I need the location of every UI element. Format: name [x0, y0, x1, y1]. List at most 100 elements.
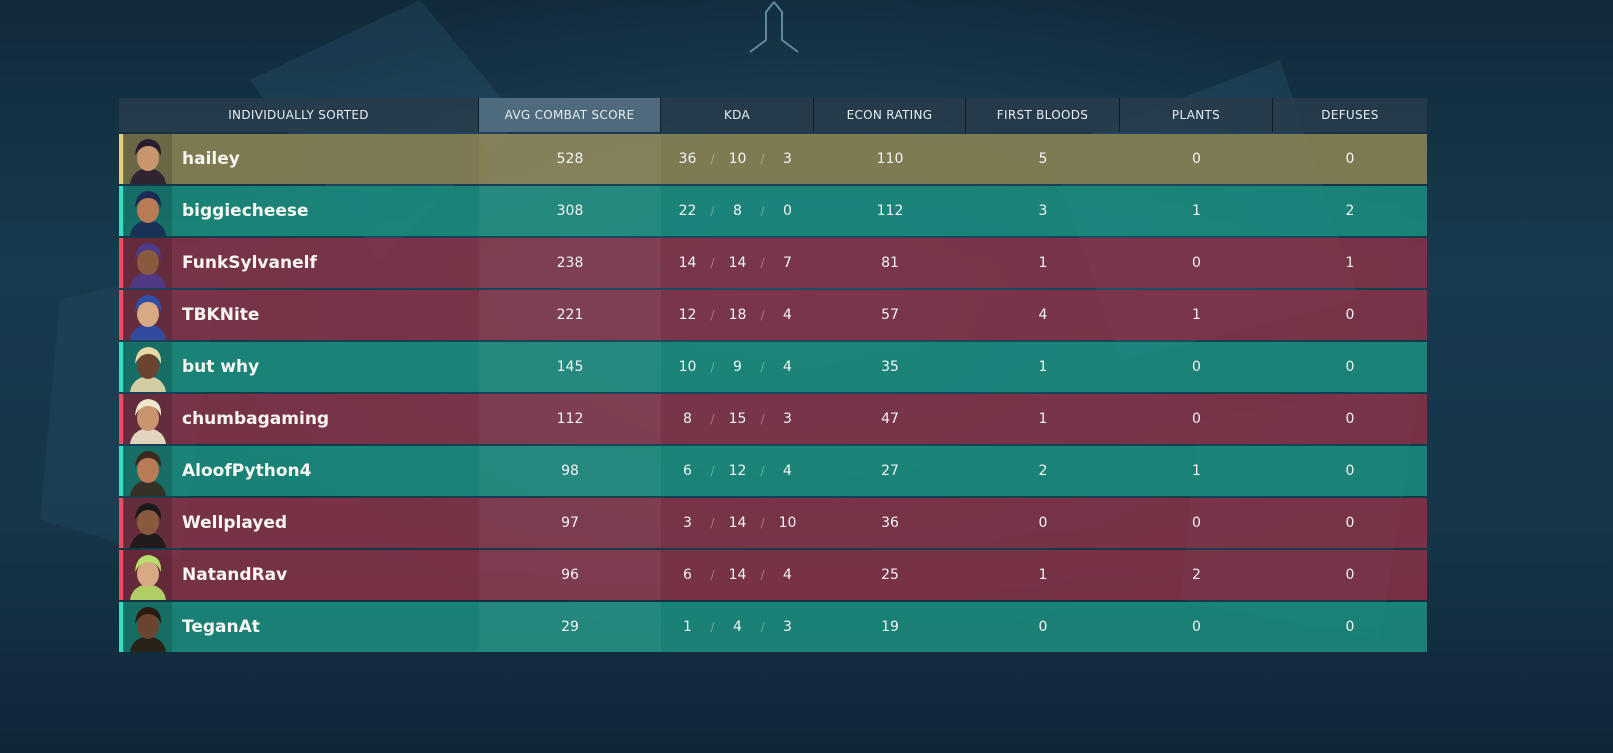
acs-value: 238 — [479, 238, 661, 288]
first-bloods-value: 3 — [1038, 203, 1048, 219]
kda-separator: / — [710, 152, 715, 166]
kills-value: 6 — [683, 463, 692, 479]
plants-value: 0 — [1192, 151, 1201, 167]
agent-portrait-icon — [124, 186, 172, 236]
acs-value: 528 — [479, 134, 661, 184]
econ-value: 81 — [881, 255, 899, 271]
econ-value: 27 — [881, 463, 899, 479]
kills-value: 6 — [683, 567, 692, 583]
econ-value: 35 — [881, 359, 899, 375]
player-row[interactable]: hailey 528 36 / 10 / 3 110 5 0 0 — [119, 134, 1427, 184]
defuses-value: 0 — [1345, 359, 1355, 375]
player-row[interactable]: biggiecheese 308 22 / 8 / 0 112 3 1 2 — [119, 186, 1427, 236]
kda-value: 3 / 14 / 10 — [661, 498, 814, 548]
deaths-value: 9 — [733, 359, 742, 375]
acs-column-header[interactable]: AVG COMBAT SCORE — [479, 98, 661, 132]
player-row[interactable]: TBKNite 221 12 / 18 / 4 57 4 1 0 — [119, 290, 1427, 340]
player-row[interactable]: TeganAt 29 1 / 4 / 3 19 0 0 0 — [119, 602, 1427, 652]
acs-value: 96 — [479, 550, 661, 600]
valorant-emblem-icon — [749, 1, 799, 53]
agent-portrait-icon — [124, 342, 172, 392]
kills-value: 12 — [678, 307, 697, 323]
first-bloods-value: 2 — [1038, 463, 1048, 479]
kda-column-header[interactable]: KDA — [661, 98, 814, 132]
plants-value: 2 — [1192, 567, 1201, 583]
player-name-cell: Wellplayed — [119, 498, 479, 548]
defuses-value: 0 — [1345, 619, 1355, 635]
defuses-value: 2 — [1345, 203, 1355, 219]
kills-value: 36 — [678, 151, 697, 167]
kda-separator: / — [760, 516, 765, 530]
player-name: TBKNite — [182, 305, 260, 325]
player-name-cell: AloofPython4 — [119, 446, 479, 496]
defuses-value: 0 — [1345, 307, 1355, 323]
assists-value: 3 — [783, 619, 792, 635]
defuses-value: 0 — [1345, 411, 1355, 427]
plants-column-header[interactable]: PLANTS — [1120, 98, 1273, 132]
agent-portrait-icon — [124, 498, 172, 548]
sort-mode-header[interactable]: INDIVIDUALLY SORTED — [119, 98, 479, 132]
assists-value: 0 — [783, 203, 792, 219]
kda-value: 6 / 12 / 4 — [661, 446, 814, 496]
player-name: TeganAt — [182, 617, 260, 637]
econ-value: 36 — [881, 515, 899, 531]
assists-value: 7 — [783, 255, 792, 271]
player-row[interactable]: NatandRav 96 6 / 14 / 4 25 1 2 0 — [119, 550, 1427, 600]
agent-portrait-icon — [124, 550, 172, 600]
econ-value: 110 — [876, 151, 904, 167]
kda-value: 12 / 18 / 4 — [661, 290, 814, 340]
player-name-cell: but why — [119, 342, 479, 392]
player-row[interactable]: chumbagaming 112 8 / 15 / 3 47 1 0 0 — [119, 394, 1427, 444]
acs-value: 98 — [479, 446, 661, 496]
kda-separator: / — [760, 256, 765, 270]
defuses-value: 1 — [1345, 255, 1355, 271]
deaths-value: 18 — [728, 307, 747, 323]
acs-value: 145 — [479, 342, 661, 392]
kills-value: 3 — [683, 515, 692, 531]
first-bloods-column-header[interactable]: FIRST BLOODS — [966, 98, 1120, 132]
first-bloods-value: 1 — [1038, 255, 1048, 271]
assists-value: 10 — [778, 515, 797, 531]
deaths-value: 8 — [733, 203, 742, 219]
deaths-value: 4 — [733, 619, 742, 635]
defuses-column-header[interactable]: DEFUSES — [1273, 98, 1427, 132]
agent-portrait-icon — [124, 446, 172, 496]
kda-separator: / — [710, 464, 715, 478]
plants-value: 0 — [1192, 619, 1201, 635]
kda-value: 10 / 9 / 4 — [661, 342, 814, 392]
plants-value: 0 — [1192, 359, 1201, 375]
player-name: AloofPython4 — [182, 461, 312, 481]
kda-separator: / — [710, 308, 715, 322]
defuses-value: 0 — [1345, 151, 1355, 167]
player-row[interactable]: but why 145 10 / 9 / 4 35 1 0 0 — [119, 342, 1427, 392]
player-name-cell: FunkSylvanelf — [119, 238, 479, 288]
assists-value: 4 — [783, 307, 792, 323]
kda-separator: / — [710, 360, 715, 374]
kda-value: 36 / 10 / 3 — [661, 134, 814, 184]
kda-separator: / — [760, 620, 765, 634]
player-name-cell: chumbagaming — [119, 394, 479, 444]
player-name-cell: TeganAt — [119, 602, 479, 652]
kda-separator: / — [760, 360, 765, 374]
econ-column-header[interactable]: ECON RATING — [814, 98, 966, 132]
plants-value: 1 — [1192, 203, 1201, 219]
agent-portrait-icon — [124, 394, 172, 444]
kda-value: 14 / 14 / 7 — [661, 238, 814, 288]
assists-value: 4 — [783, 359, 792, 375]
kills-value: 1 — [683, 619, 692, 635]
kills-value: 10 — [678, 359, 697, 375]
kda-separator: / — [710, 412, 715, 426]
agent-portrait-icon — [124, 238, 172, 288]
first-bloods-value: 0 — [1038, 515, 1048, 531]
scoreboard: INDIVIDUALLY SORTED AVG COMBAT SCORE KDA… — [119, 98, 1427, 652]
player-row[interactable]: AloofPython4 98 6 / 12 / 4 27 2 1 0 — [119, 446, 1427, 496]
player-row[interactable]: FunkSylvanelf 238 14 / 14 / 7 81 1 0 1 — [119, 238, 1427, 288]
first-bloods-value: 5 — [1038, 151, 1048, 167]
econ-value: 47 — [881, 411, 899, 427]
player-name: biggiecheese — [182, 201, 309, 221]
player-row[interactable]: Wellplayed 97 3 / 14 / 10 36 0 0 0 — [119, 498, 1427, 548]
deaths-value: 10 — [728, 151, 747, 167]
assists-value: 3 — [783, 151, 792, 167]
agent-portrait-icon — [124, 602, 172, 652]
kda-separator: / — [710, 256, 715, 270]
